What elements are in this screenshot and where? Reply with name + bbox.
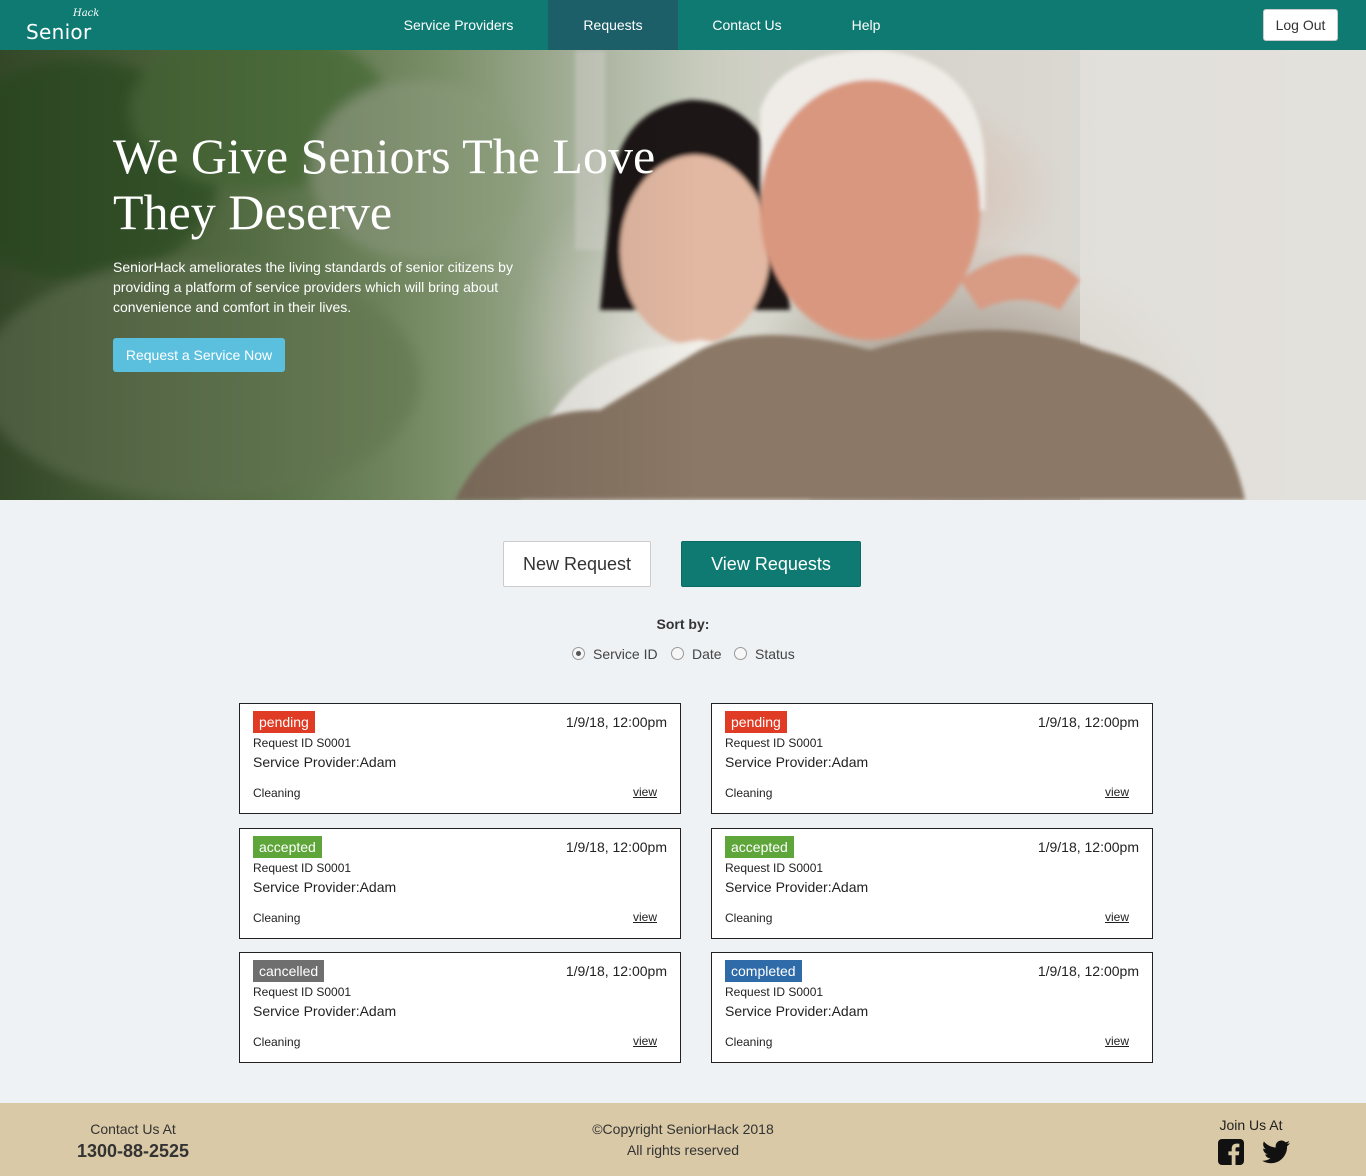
service-type: Cleaning xyxy=(253,1035,301,1049)
request-card[interactable]: completed 1/9/18, 12:00pm Request ID S00… xyxy=(711,952,1153,1063)
service-provider: Service Provider:Adam xyxy=(253,754,397,770)
request-date: 1/9/18, 12:00pm xyxy=(1037,714,1139,730)
service-type: Cleaning xyxy=(725,1035,773,1049)
nav-help[interactable]: Help xyxy=(836,0,896,50)
radio-label: Status xyxy=(755,646,795,662)
service-provider: Service Provider:Adam xyxy=(725,1003,869,1019)
service-provider: Service Provider:Adam xyxy=(253,879,397,895)
service-type: Cleaning xyxy=(253,911,301,925)
sort-radio-date[interactable]: Date xyxy=(671,645,726,663)
request-card[interactable]: accepted 1/9/18, 12:00pm Request ID S000… xyxy=(711,828,1153,939)
footer: Contact Us At 1300-88-2525 ©Copyright Se… xyxy=(0,1103,1366,1176)
hero-description: SeniorHack ameliorates the living standa… xyxy=(113,259,513,315)
status-badge: cancelled xyxy=(253,960,325,982)
request-id: Request ID S0001 xyxy=(725,736,824,750)
view-link[interactable]: view xyxy=(633,785,657,799)
request-date: 1/9/18, 12:00pm xyxy=(565,963,667,979)
request-card[interactable]: accepted 1/9/18, 12:00pm Request ID S000… xyxy=(239,828,681,939)
radio-label: Date xyxy=(692,646,722,662)
request-id: Request ID S0001 xyxy=(725,985,824,999)
service-provider: Service Provider:Adam xyxy=(253,1003,397,1019)
view-link[interactable]: view xyxy=(633,910,657,924)
footer-join-label: Join Us At xyxy=(1219,1117,1283,1133)
view-link[interactable]: view xyxy=(1105,1034,1129,1048)
twitter-icon[interactable] xyxy=(1262,1140,1290,1164)
radio-label: Service ID xyxy=(593,646,658,662)
nav-requests[interactable]: Requests xyxy=(548,0,678,50)
status-badge: accepted xyxy=(253,836,322,858)
logout-button[interactable]: Log Out xyxy=(1263,9,1338,41)
status-badge: pending xyxy=(725,711,787,733)
request-date: 1/9/18, 12:00pm xyxy=(1037,839,1139,855)
request-id: Request ID S0001 xyxy=(725,861,824,875)
logo-hack: Hack xyxy=(73,8,100,19)
request-id: Request ID S0001 xyxy=(253,985,352,999)
request-date: 1/9/18, 12:00pm xyxy=(565,714,667,730)
new-request-button[interactable]: New Request xyxy=(503,541,651,587)
request-service-button[interactable]: Request a Service Now xyxy=(113,338,285,372)
footer-copyright: ©Copyright SeniorHack 2018 xyxy=(592,1121,774,1137)
view-link[interactable]: view xyxy=(633,1034,657,1048)
radio-dot[interactable] xyxy=(734,647,747,660)
service-provider: Service Provider:Adam xyxy=(725,754,869,770)
footer-contact-label: Contact Us At xyxy=(90,1121,176,1137)
request-card[interactable]: cancelled 1/9/18, 12:00pm Request ID S00… xyxy=(239,952,681,1063)
view-requests-button[interactable]: View Requests xyxy=(681,541,861,587)
request-id: Request ID S0001 xyxy=(253,861,352,875)
view-link[interactable]: view xyxy=(1105,785,1129,799)
status-badge: completed xyxy=(725,960,802,982)
radio-dot[interactable] xyxy=(671,647,684,660)
service-type: Cleaning xyxy=(725,786,773,800)
navbar: Hack Senior Service Providers Requests C… xyxy=(0,0,1366,50)
request-card[interactable]: pending 1/9/18, 12:00pm Request ID S0001… xyxy=(711,703,1153,814)
logo-senior: Senior xyxy=(26,20,92,44)
hero-banner: We Give Seniors The Love They Deserve Se… xyxy=(0,50,1366,500)
status-badge: pending xyxy=(253,711,315,733)
request-id: Request ID S0001 xyxy=(253,736,352,750)
facebook-icon[interactable] xyxy=(1218,1139,1244,1165)
nav-service-providers[interactable]: Service Providers xyxy=(386,0,531,50)
service-provider: Service Provider:Adam xyxy=(725,879,869,895)
sort-radio-service-id[interactable]: Service ID xyxy=(572,645,662,663)
hero-title: We Give Seniors The Love They Deserve xyxy=(113,128,656,240)
request-date: 1/9/18, 12:00pm xyxy=(1037,963,1139,979)
footer-rights: All rights reserved xyxy=(626,1142,740,1158)
view-link[interactable]: view xyxy=(1105,910,1129,924)
sort-label: Sort by: xyxy=(656,616,710,632)
footer-phone: 1300-88-2525 xyxy=(76,1141,190,1161)
logo[interactable]: Hack Senior xyxy=(26,6,106,44)
request-date: 1/9/18, 12:00pm xyxy=(565,839,667,855)
service-type: Cleaning xyxy=(253,786,301,800)
sort-radio-status[interactable]: Status xyxy=(734,645,796,663)
service-type: Cleaning xyxy=(725,911,773,925)
status-badge: accepted xyxy=(725,836,794,858)
radio-dot[interactable] xyxy=(572,647,585,660)
request-card[interactable]: pending 1/9/18, 12:00pm Request ID S0001… xyxy=(239,703,681,814)
nav-contact-us[interactable]: Contact Us xyxy=(695,0,799,50)
